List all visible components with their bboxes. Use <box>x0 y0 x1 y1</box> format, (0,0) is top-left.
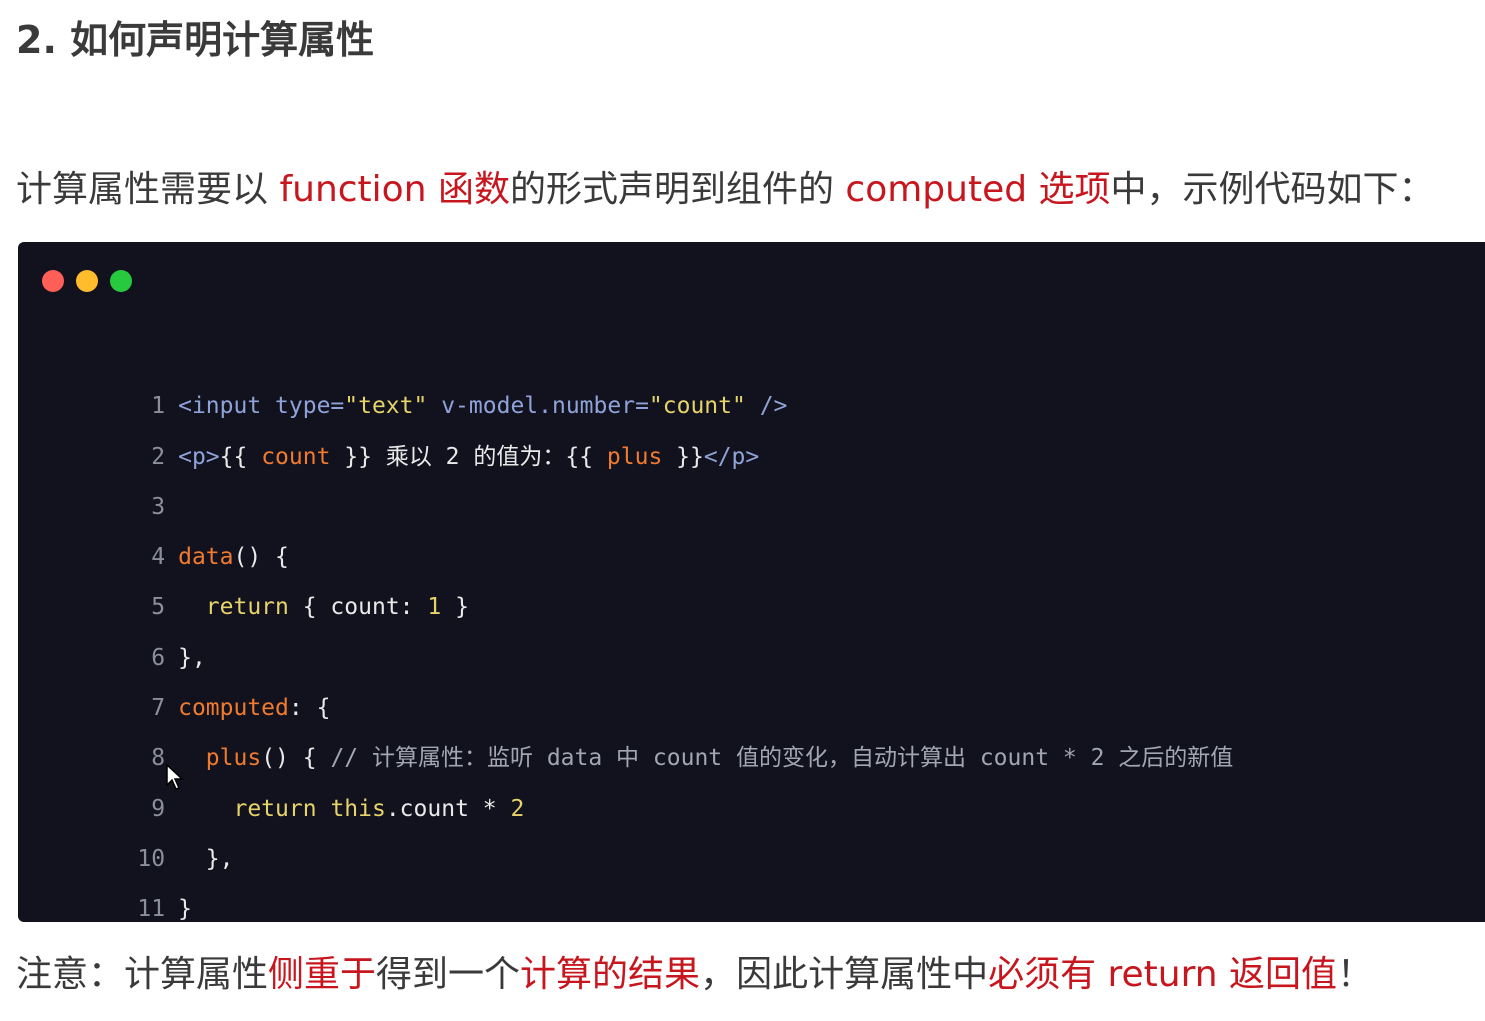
note-text-2: 得到一个 <box>376 954 521 995</box>
code-line: 9 return this.count * 2 <box>18 733 1485 822</box>
note-paragraph: 注意：计算属性侧重于得到一个计算的结果，因此计算属性中必须有 return 返回… <box>16 951 1373 999</box>
code-line: 11} <box>18 834 1485 922</box>
code-line: 7 computed: { <box>18 633 1485 721</box>
note-text-3: ，因此计算属性中 <box>700 954 989 995</box>
intro-highlight-computed: computed 选项 <box>845 169 1111 210</box>
code-line: 2 <p>{{ count }} 乘以 2 的值为：{{ plus }}</p> <box>18 381 1485 470</box>
note-highlight-2: 计算的结果 <box>520 954 701 995</box>
code-lines: 1 <input type="text" v-model.number="coun… <box>18 331 1485 922</box>
code-line: 10 }, <box>18 784 1485 872</box>
code-block: 1 <input type="text" v-model.number="coun… <box>18 242 1485 922</box>
intro-text-1: 计算属性需要以 <box>16 169 280 210</box>
section-heading: 2. 如何声明计算属性 <box>16 18 375 62</box>
intro-paragraph: 计算属性需要以 function 函数的形式声明到组件的 computed 选项… <box>16 166 1435 214</box>
code-line: 3 <box>18 432 1485 520</box>
code-line: 8 plus() { // 计算属性：监听 data 中 count 值的变化，… <box>18 683 1485 771</box>
note-highlight-1: 侧重于 <box>268 954 377 995</box>
note-highlight-3: 必须有 return 返回值 <box>988 954 1338 995</box>
code-line: 4 data() { <box>18 482 1485 570</box>
line-number: 11 <box>137 896 166 923</box>
note-text-1: 注意：计算属性 <box>16 954 269 995</box>
mouse-pointer-icon <box>166 764 184 790</box>
intro-text-3: 中，示例代码如下： <box>1110 169 1435 210</box>
minimize-dot-icon <box>76 270 98 292</box>
close-dot-icon <box>42 270 64 292</box>
code-line: 6}, <box>18 582 1485 671</box>
code-token: } <box>178 896 192 923</box>
intro-text-2: 的形式声明到组件的 <box>509 169 846 210</box>
window-controls <box>42 270 144 292</box>
intro-highlight-function: function 函数 <box>279 169 510 210</box>
code-line: 1 <input type="text" v-model.number="coun… <box>18 331 1485 419</box>
code-line: 5 return { count: 1 } <box>18 532 1485 620</box>
note-text-4: ！ <box>1337 954 1374 995</box>
maximize-dot-icon <box>110 270 132 292</box>
